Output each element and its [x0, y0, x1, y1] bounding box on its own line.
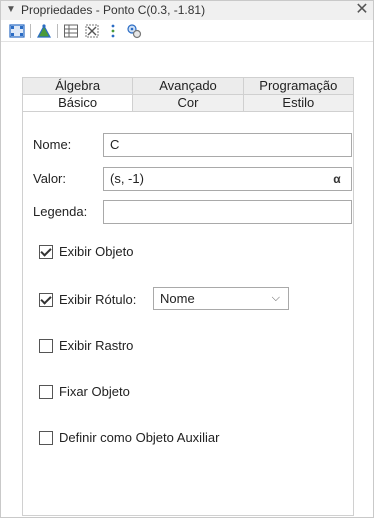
geometry-icon[interactable] — [36, 23, 52, 39]
view-toolbar — [1, 20, 373, 42]
fix-object-row[interactable]: Fixar Objeto — [39, 384, 130, 399]
close-icon[interactable]: ✕ — [355, 2, 369, 18]
alpha-symbol-icon[interactable]: α — [330, 171, 344, 187]
show-label-row[interactable]: Exibir Rótulo: — [39, 292, 136, 307]
more-icon[interactable] — [105, 23, 121, 39]
auxiliary-object-checkbox[interactable] — [39, 430, 53, 445]
chevron-down-icon: ⌵ — [271, 292, 280, 304]
name-field[interactable]: C — [103, 133, 352, 157]
properties-panel: ▼ Propriedades - Ponto C(0.3, -1.81) ✕ Á… — [0, 0, 374, 518]
value-field[interactable]: (s, -1) α — [103, 167, 352, 191]
value-text: (s, -1) — [110, 171, 144, 186]
toolbar-divider — [30, 23, 31, 38]
spreadsheet-icon[interactable] — [63, 23, 79, 39]
name-label: Nome: — [33, 137, 72, 152]
show-object-row[interactable]: Exibir Objeto — [39, 244, 133, 259]
tab-scripting[interactable]: Programação — [243, 77, 354, 94]
show-object-label: Exibir Objeto — [59, 244, 134, 259]
title-bar: ▼ Propriedades - Ponto C(0.3, -1.81) ✕ — [1, 1, 373, 20]
caption-label: Legenda: — [33, 204, 88, 219]
fix-object-label: Fixar Objeto — [59, 384, 130, 399]
collapse-caret-icon[interactable]: ▼ — [6, 4, 16, 15]
basic-tab-content: Nome: C Valor: (s, -1) α Legenda: Exibir… — [22, 111, 354, 516]
label-mode-value: Nome — [160, 291, 195, 306]
show-object-checkbox[interactable] — [39, 244, 53, 259]
fix-object-checkbox[interactable] — [39, 384, 53, 399]
auxiliary-object-label: Definir como Objeto Auxiliar — [59, 430, 220, 445]
settings-icon[interactable] — [126, 23, 142, 39]
show-trace-label: Exibir Rastro — [59, 338, 134, 353]
graphics-icon[interactable] — [9, 23, 25, 39]
tab-advanced[interactable]: Avançado — [133, 77, 244, 94]
auxiliary-object-row[interactable]: Definir como Objeto Auxiliar — [39, 430, 219, 445]
tab-basic[interactable]: Básico — [22, 94, 134, 111]
caption-field[interactable] — [103, 200, 352, 224]
tab-style[interactable]: Estilo — [243, 94, 354, 111]
value-label: Valor: — [33, 171, 66, 186]
tab-algebra[interactable]: Álgebra — [22, 77, 134, 94]
tab-row-front: Básico Cor Estilo — [22, 94, 354, 111]
show-label-checkbox[interactable] — [39, 292, 53, 307]
show-label-label: Exibir Rótulo: — [59, 292, 137, 307]
toolbar-divider — [57, 23, 58, 38]
algebra-icon[interactable] — [84, 23, 100, 39]
tab-color[interactable]: Cor — [133, 94, 244, 111]
show-trace-row[interactable]: Exibir Rastro — [39, 338, 133, 353]
tab-row-back: Álgebra Avançado Programação — [22, 77, 354, 94]
show-trace-checkbox[interactable] — [39, 338, 53, 353]
tab-strip: Álgebra Avançado Programação Básico Cor … — [22, 77, 354, 111]
label-mode-select[interactable]: Nome ⌵ — [153, 287, 289, 310]
panel-title: Propriedades - Ponto C(0.3, -1.81) — [21, 3, 206, 17]
